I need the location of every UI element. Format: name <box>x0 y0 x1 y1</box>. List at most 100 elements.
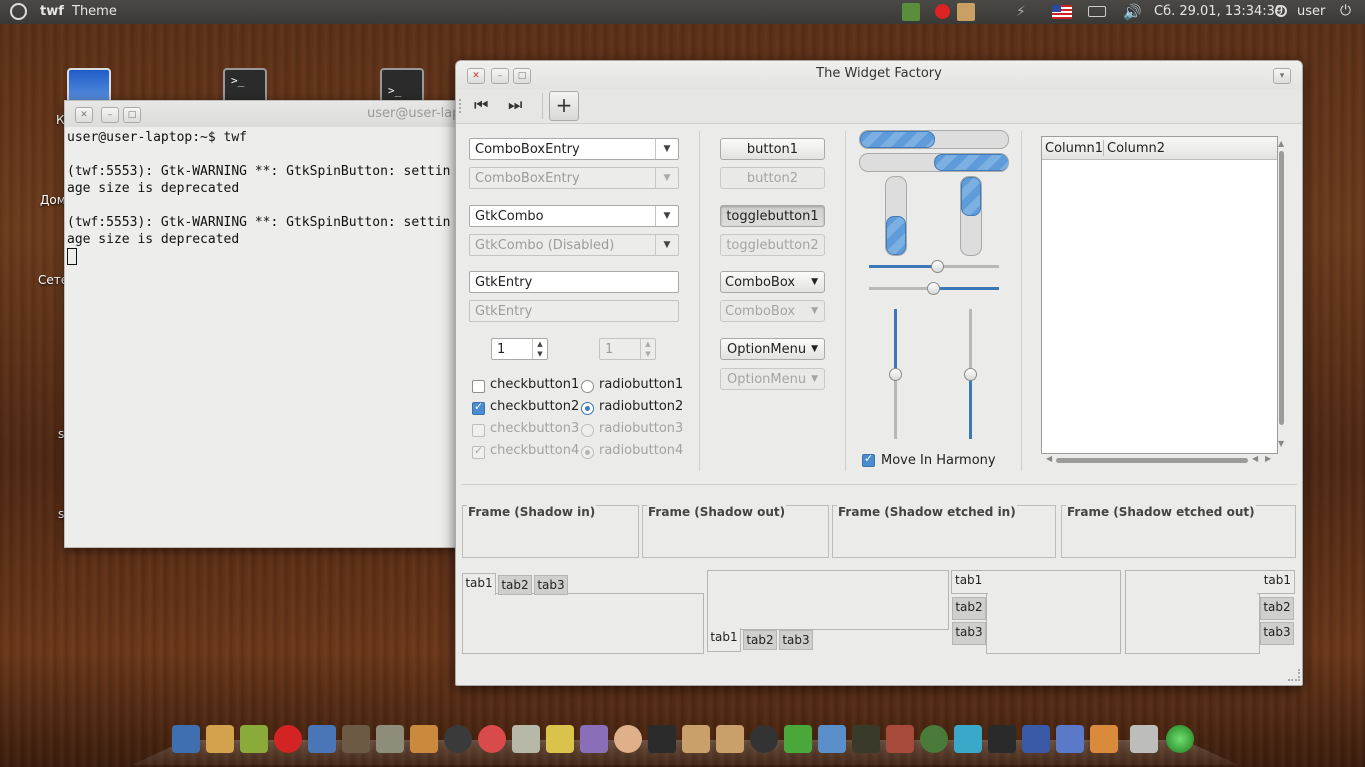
recycle-icon[interactable] <box>784 725 812 753</box>
photo-icon[interactable] <box>1090 725 1118 753</box>
vslider-1-knob[interactable] <box>889 368 902 381</box>
tab2[interactable]: tab2 <box>1260 597 1294 620</box>
window-menu-icon[interactable]: ▾ <box>1273 68 1291 84</box>
opera-icon[interactable] <box>274 725 302 753</box>
tree-view[interactable]: Column1 Column2 <box>1041 136 1278 454</box>
ubuntu-logo-icon[interactable] <box>10 3 27 20</box>
firewall-icon[interactable] <box>886 725 914 753</box>
puzzle-icon[interactable] <box>240 725 268 753</box>
calculator-icon[interactable] <box>512 725 540 753</box>
maximize-icon[interactable]: □ <box>123 107 141 123</box>
opera-tray-icon[interactable] <box>935 4 950 19</box>
terminal-output[interactable]: user@user-laptop:~$ twf (twf:5553): Gtk-… <box>67 129 451 248</box>
tab3[interactable]: tab3 <box>1260 622 1294 645</box>
gtkcombo[interactable]: GtkCombo ▼ <box>469 205 679 227</box>
tab2[interactable]: tab2 <box>952 597 986 620</box>
toolbar-handle[interactable] <box>459 99 464 113</box>
media-icon[interactable] <box>444 725 472 753</box>
spin-button[interactable]: 1 ▲ ▼ <box>491 338 548 360</box>
text-editor-icon[interactable] <box>546 725 574 753</box>
globe-icon[interactable] <box>920 725 948 753</box>
tab1[interactable]: tab1 <box>707 628 741 652</box>
tv-icon[interactable] <box>376 725 404 753</box>
first-icon[interactable]: ⏮ <box>474 95 488 115</box>
togglebutton1[interactable]: togglebutton1 <box>720 205 825 227</box>
radiobutton1[interactable] <box>581 380 594 393</box>
checkbutton2-label[interactable]: checkbutton2 <box>490 399 579 414</box>
package-icon[interactable] <box>682 725 710 753</box>
speaker-icon[interactable] <box>342 725 370 753</box>
radiobutton2[interactable] <box>581 402 594 415</box>
tab3[interactable]: tab3 <box>779 630 813 650</box>
writer-icon[interactable] <box>1022 725 1050 753</box>
combobox-entry[interactable]: ComboBoxEntry ▼ <box>469 138 679 160</box>
trash-icon[interactable] <box>1130 725 1158 753</box>
tab1[interactable]: tab1 <box>951 570 988 594</box>
minimize-icon[interactable]: – <box>101 107 119 123</box>
shell-icon[interactable] <box>614 725 642 753</box>
package-install-icon[interactable] <box>716 725 744 753</box>
hslider-2-knob[interactable] <box>927 282 940 295</box>
volume-icon[interactable]: 🔊 <box>1123 3 1142 21</box>
tab1[interactable]: tab1 <box>462 573 496 595</box>
folder-icon[interactable] <box>206 725 234 753</box>
hscrollbar[interactable] <box>1056 458 1248 463</box>
user-icon[interactable] <box>1275 5 1287 17</box>
move-in-harmony-label[interactable]: Move In Harmony <box>881 453 996 468</box>
move-in-harmony-check[interactable]: ✓ <box>862 452 875 467</box>
resize-grip-icon[interactable] <box>1288 669 1300 681</box>
vslider-2-knob[interactable] <box>964 368 977 381</box>
close-icon[interactable]: ✕ <box>467 68 485 84</box>
checkbutton2[interactable]: ✓ <box>472 400 485 415</box>
column2-header[interactable]: Column2 <box>1107 141 1165 156</box>
optionmenu[interactable]: OptionMenu ▼ <box>720 338 825 360</box>
keyboard-flag-icon[interactable] <box>1052 5 1072 19</box>
vscrollbar[interactable] <box>1279 151 1284 425</box>
terminal-icon[interactable] <box>648 725 676 753</box>
tab3[interactable]: tab3 <box>534 575 568 595</box>
clock[interactable]: Сб. 29.01, 13:34:39 <box>1154 4 1283 19</box>
camera-icon[interactable] <box>988 725 1016 753</box>
wave-icon[interactable] <box>954 725 982 753</box>
app-name[interactable]: twf <box>40 4 64 19</box>
scroll-right-icon-2[interactable]: ▶ <box>1265 454 1271 463</box>
window-titlebar[interactable]: ✕ – □ The Widget Factory ▾ <box>456 61 1302 89</box>
add-icon[interactable]: + <box>549 91 579 121</box>
record-icon[interactable] <box>750 725 778 753</box>
indicator-app-icon[interactable] <box>902 3 920 21</box>
spin-arrows-icon[interactable]: ▲ ▼ <box>532 339 547 359</box>
combobox[interactable]: ComboBox ▼ <box>720 271 825 293</box>
radiobutton2-label[interactable]: radiobutton2 <box>599 399 683 414</box>
tab2[interactable]: tab2 <box>498 575 532 595</box>
button1[interactable]: button1 <box>720 138 825 160</box>
scroll-right-icon[interactable]: ◀ <box>1252 454 1258 463</box>
tab2[interactable]: tab2 <box>743 630 777 650</box>
paint-icon[interactable] <box>410 725 438 753</box>
tab1[interactable]: tab1 <box>1257 570 1295 594</box>
checkbutton1-label[interactable]: checkbutton1 <box>490 377 579 392</box>
tab3[interactable]: tab3 <box>952 622 986 645</box>
scroll-left-icon[interactable]: ◀ <box>1046 454 1052 463</box>
network-tool-icon[interactable] <box>1056 725 1084 753</box>
close-icon[interactable]: ✕ <box>75 107 93 123</box>
maximize-icon[interactable]: □ <box>513 68 531 84</box>
chevron-down-icon[interactable]: ▼ <box>655 206 678 226</box>
battery-icon[interactable] <box>1088 6 1106 17</box>
last-icon[interactable]: ⏭ <box>508 95 522 115</box>
anchor-icon[interactable] <box>172 725 200 753</box>
menu-theme[interactable]: Theme <box>72 4 117 19</box>
scroll-up-icon[interactable]: ▲ <box>1278 139 1284 148</box>
terminal-titlebar[interactable]: ✕ – □ user@user-lap <box>65 101 457 127</box>
gtkentry[interactable]: GtkEntry <box>469 271 679 293</box>
network-icon[interactable]: ⚡ <box>1016 4 1036 20</box>
pidgin-icon[interactable] <box>308 725 336 753</box>
widget-factory-window[interactable]: ✕ – □ The Widget Factory ▾ ⏮ ⏭ + ComboBo… <box>455 60 1303 686</box>
hslider-1-knob[interactable] <box>931 260 944 273</box>
checkbutton1[interactable] <box>472 380 485 393</box>
cursor-icon[interactable] <box>818 725 846 753</box>
terminal-window[interactable]: ✕ – □ user@user-lap user@user-laptop:~$ … <box>64 100 458 548</box>
monitor-icon[interactable] <box>852 725 880 753</box>
column1-header[interactable]: Column1 <box>1045 141 1103 156</box>
power-orb-icon[interactable] <box>1166 725 1194 753</box>
radiobutton1-label[interactable]: radiobutton1 <box>599 377 683 392</box>
